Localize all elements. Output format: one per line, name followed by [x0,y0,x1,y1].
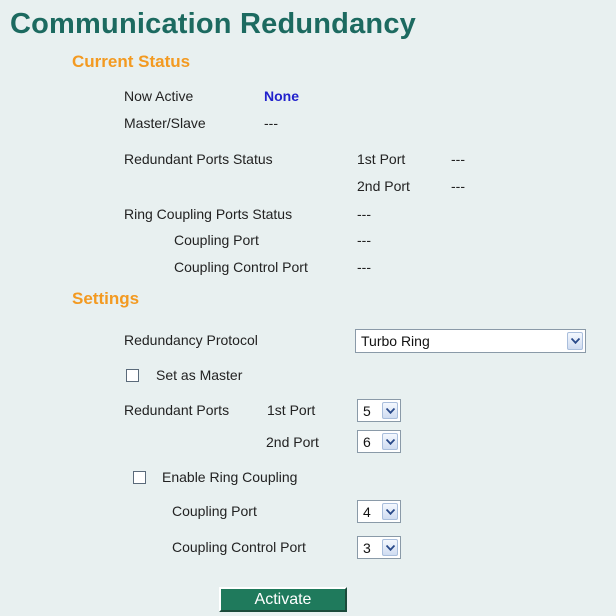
status-coupling-control-port-label: Coupling Control Port [174,259,308,275]
status-first-port-value: --- [451,151,465,167]
second-port-select[interactable]: 6 [357,430,401,453]
page-title: Communication Redundancy [10,8,416,40]
redundancy-protocol-value: Turbo Ring [361,333,430,349]
settings-first-port-label: 1st Port [267,402,316,418]
status-coupling-port-label: Coupling Port [174,232,259,248]
current-status-heading: Current Status [72,52,191,71]
coupling-port-select[interactable]: 4 [357,500,401,523]
enable-ring-coupling-label: Enable Ring Coupling [162,469,298,485]
redundant-ports-status-label: Redundant Ports Status [124,151,273,167]
second-port-value: 6 [363,433,371,450]
redundancy-protocol-label: Redundancy Protocol [124,332,258,348]
chevron-down-icon[interactable] [382,539,398,556]
coupling-port-label: Coupling Port [172,503,257,519]
status-second-port-value: --- [451,178,465,194]
coupling-control-port-value: 3 [363,539,371,556]
coupling-port-value: 4 [363,503,371,520]
enable-ring-coupling-checkbox[interactable] [133,471,146,484]
settings-heading: Settings [72,289,140,308]
set-as-master-checkbox[interactable] [126,369,139,382]
set-as-master-label: Set as Master [156,367,243,383]
status-first-port-label: 1st Port [357,151,406,167]
chevron-down-icon[interactable] [567,332,583,350]
settings-second-port-label: 2nd Port [266,434,319,450]
activate-button[interactable]: Activate [219,587,347,612]
status-coupling-control-port-value: --- [357,259,371,275]
chevron-down-icon[interactable] [382,402,398,419]
redundant-ports-label: Redundant Ports [124,402,230,418]
chevron-down-icon[interactable] [382,433,398,450]
chevron-down-icon[interactable] [382,503,398,520]
coupling-control-port-label: Coupling Control Port [172,539,306,555]
first-port-value: 5 [363,402,371,419]
status-second-port-label: 2nd Port [357,178,410,194]
now-active-value: None [264,88,299,104]
coupling-control-port-select[interactable]: 3 [357,536,401,559]
master-slave-value: --- [264,115,278,131]
now-active-label: Now Active [124,88,194,104]
redundancy-protocol-select[interactable]: Turbo Ring [355,329,586,353]
ring-coupling-status-value: --- [357,206,371,222]
status-coupling-port-value: --- [357,232,371,248]
master-slave-label: Master/Slave [124,115,206,131]
first-port-select[interactable]: 5 [357,399,401,422]
ring-coupling-status-label: Ring Coupling Ports Status [124,206,293,222]
